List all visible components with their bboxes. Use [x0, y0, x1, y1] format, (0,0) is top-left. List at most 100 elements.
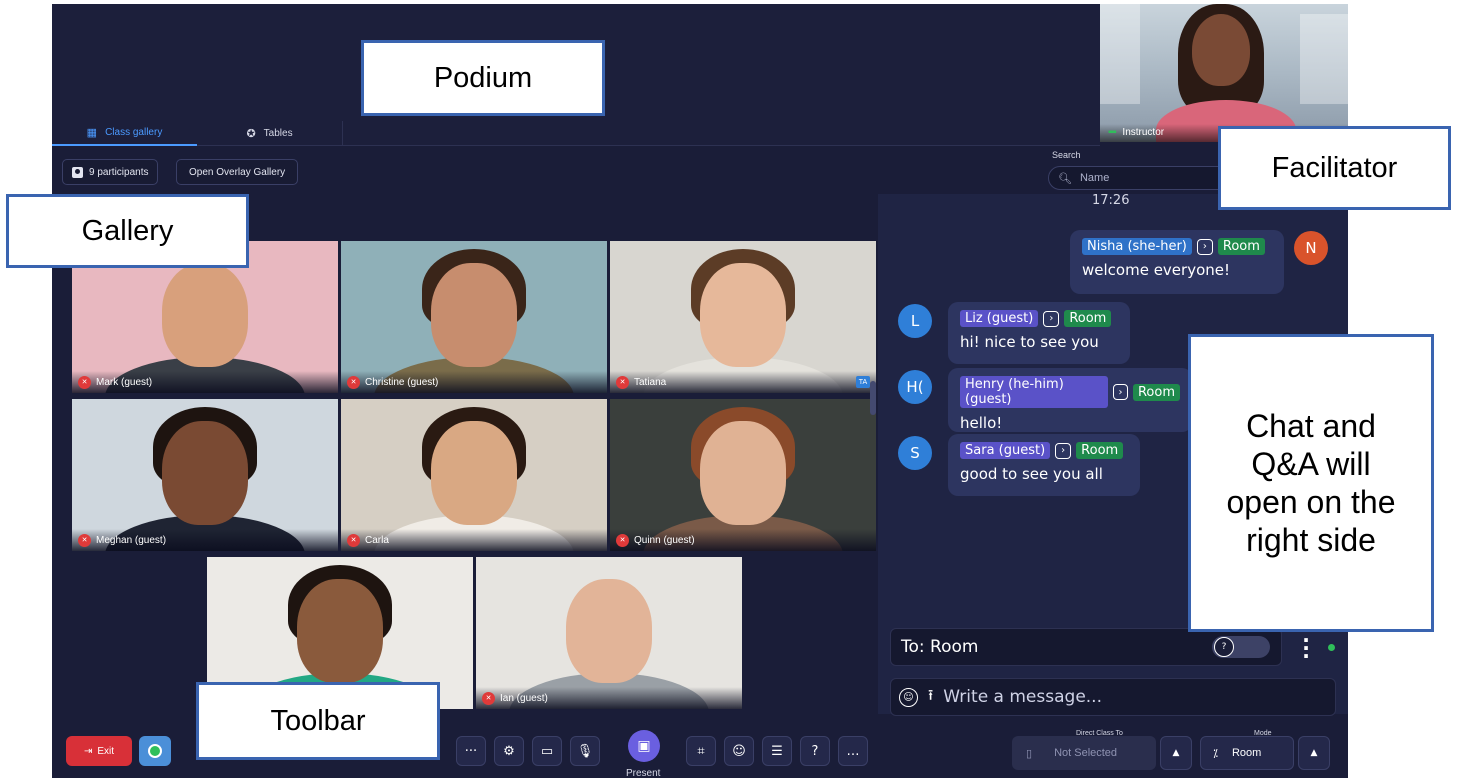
smiley-icon: ☺ [732, 743, 746, 759]
tab-class-gallery[interactable]: ▦ Class gallery [52, 121, 197, 146]
overlay-gallery-label: Open Overlay Gallery [189, 166, 286, 178]
participant-face [700, 263, 786, 367]
camera-button[interactable]: ▭ [532, 736, 562, 766]
message-placeholder: Write a message... [943, 687, 1102, 707]
avatar: N [1294, 231, 1328, 265]
participant-name: Carla [365, 534, 389, 546]
participant-tile[interactable]: ✕ Christine (guest) [341, 241, 607, 393]
callout-text: right side [1246, 522, 1376, 558]
mode-expand-button[interactable]: ▲ [1298, 736, 1330, 770]
callout-text: Toolbar [270, 704, 366, 737]
grid-icon: ▦ [86, 127, 98, 139]
recipient-tag: Room [1076, 442, 1124, 459]
participant-tile[interactable]: ✕ Carla [341, 399, 607, 551]
caret-up-icon: ▲ [1310, 748, 1318, 758]
reactions-button[interactable]: ☺ [724, 736, 754, 766]
participant-face [431, 421, 517, 525]
callout-text: open on the [1226, 484, 1396, 520]
search-icon: 🔍︎ [1058, 172, 1072, 185]
tab-tables[interactable]: ✪ Tables [197, 121, 343, 146]
exit-icon: ⇥ [83, 745, 93, 757]
avatar: L [898, 304, 932, 338]
notes-button[interactable]: ☰ [762, 736, 792, 766]
chat-qa-callout: Chat and Q&A will open on the right side [1188, 334, 1434, 632]
participant-name-tag: ✕ Christine (guest) [341, 371, 607, 393]
chat-message: Liz (guest) › Room hi! nice to see you [948, 302, 1130, 364]
participant-name-tag: ✕ Meghan (guest) [72, 529, 338, 551]
status-button[interactable] [139, 736, 171, 766]
audio-level-icon: ▪▪▪ [1108, 127, 1117, 138]
window-bg [1100, 4, 1140, 104]
callout-text: Q&A will [1251, 446, 1371, 482]
recipient-tag: Room [1064, 310, 1112, 327]
instructor-label: Instructor [1122, 127, 1165, 138]
mode-selector[interactable]: ⁒ Room [1200, 736, 1294, 770]
person-icon [72, 166, 83, 178]
gallery-scrollbar[interactable] [870, 381, 876, 415]
direct-class-selector[interactable]: ▯ Not Selected [1012, 736, 1156, 770]
direct-class-value: Not Selected [1054, 747, 1118, 759]
participant-tile[interactable]: ✕ Tatiana TA [610, 241, 876, 393]
qa-button[interactable]: ? [800, 736, 830, 766]
mic-muted-icon: ✕ [347, 533, 360, 547]
mode-icon: ⁒ [1213, 747, 1218, 760]
status-indicator-icon [148, 744, 162, 758]
participant-name-tag: ✕ Tatiana [610, 371, 876, 393]
message-text: good to see you all [960, 465, 1103, 483]
online-status-dot [1328, 644, 1335, 651]
chevron-right-icon: › [1055, 442, 1072, 459]
upload-icon[interactable]: ⭱ [928, 685, 933, 710]
chat-message: Nisha (she-her) › Room welcome everyone! [1070, 230, 1284, 294]
tab-label: Tables [263, 128, 293, 139]
exit-button[interactable]: ⇥ Exit [66, 736, 132, 766]
question-icon: ? [1214, 637, 1234, 657]
participant-name-tag: ✕ Quinn (guest) [610, 529, 876, 551]
participant-tile[interactable]: ✕ Quinn (guest) [610, 399, 876, 551]
exit-label: Exit [97, 745, 115, 757]
participant-tile[interactable]: ✕ Meghan (guest) [72, 399, 338, 551]
microphone-button[interactable]: 🎙︎ [570, 736, 600, 766]
direct-class-expand-button[interactable]: ▲ [1160, 736, 1192, 770]
present-button[interactable]: ▣ [628, 730, 660, 762]
search-label: Search [1052, 150, 1081, 160]
qa-toggle[interactable]: ? [1212, 636, 1270, 658]
participant-face [162, 421, 248, 525]
participant-face [162, 263, 248, 367]
instructor-video[interactable]: ▪▪▪ Instructor [1100, 4, 1348, 142]
recipient-tag: Room [1132, 383, 1180, 401]
qr-code-icon: ⌗ [697, 743, 705, 759]
avatar: S [898, 436, 932, 470]
participant-tile[interactable]: ✕ Ian (guest) [476, 557, 742, 709]
participants-label: 9 participants [89, 166, 149, 178]
message-text: hello! [960, 414, 1003, 432]
microphone-icon: 🎙︎ [576, 743, 594, 759]
message-text: welcome everyone! [1082, 261, 1231, 279]
qr-code-button[interactable]: ⌗ [686, 736, 716, 766]
more-options-button[interactable]: ··· [456, 736, 486, 766]
participants-button[interactable]: 9 participants [62, 159, 159, 185]
gallery-callout: Gallery [6, 194, 249, 268]
participant-face [297, 579, 383, 683]
mic-muted-icon: ✕ [616, 533, 629, 547]
participant-name-tag: ✕ Ian (guest) [476, 687, 742, 709]
emoji-icon[interactable]: ☺ [899, 687, 918, 707]
message-meta: Nisha (she-her) › Room [1082, 238, 1272, 255]
chevron-right-icon: › [1113, 384, 1128, 400]
participant-name: Meghan (guest) [96, 534, 167, 546]
chevron-right-icon: › [1043, 310, 1060, 327]
callout-text: Facilitator [1271, 151, 1398, 184]
chat-message: Sara (guest) › Room good to see you all [948, 434, 1140, 496]
mic-muted-icon: ✕ [482, 691, 495, 705]
question-bubble-icon: ? [811, 743, 819, 759]
virtual-classroom-app: ▪▪▪ Instructor ▦ Class gallery ✪ Tables … [52, 4, 1348, 778]
gallery-tabs: ▦ Class gallery ✪ Tables [52, 121, 1100, 146]
settings-button[interactable]: ⚙ [494, 736, 524, 766]
chat-button[interactable]: … [838, 736, 868, 766]
open-overlay-gallery-button[interactable]: Open Overlay Gallery [176, 159, 299, 185]
podium-callout: Podium [361, 40, 605, 116]
participant-name: Mark (guest) [96, 376, 153, 388]
mic-muted-icon: ✕ [78, 375, 91, 389]
participant-name-tag: ✕ Mark (guest) [72, 371, 338, 393]
message-input[interactable]: ☺ ⭱ Write a message... [890, 678, 1336, 716]
more-vertical-icon[interactable]: · · · [1301, 630, 1311, 666]
